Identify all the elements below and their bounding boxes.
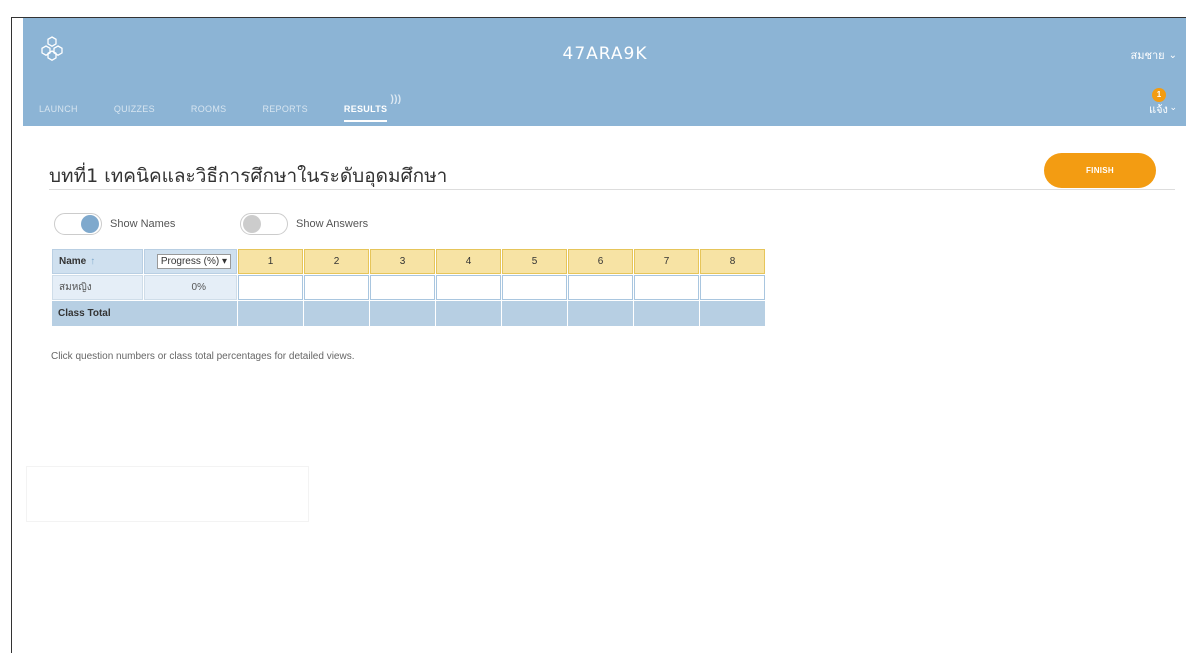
question-header-6[interactable]: 6 xyxy=(568,249,633,274)
live-signal-icon: ))) xyxy=(390,94,402,105)
class-total-row: Class Total xyxy=(52,301,765,326)
chevron-down-icon: ⌄ xyxy=(1168,49,1177,61)
class-total-cell[interactable] xyxy=(370,301,435,326)
quiz-title: บทที่1 เทคนิคและวิธีการศึกษาในระดับอุดมศ… xyxy=(49,165,448,187)
show-answers-toggle[interactable] xyxy=(240,213,288,235)
notification-label: แจ้ง xyxy=(1149,103,1168,116)
question-header-1[interactable]: 1 xyxy=(238,249,303,274)
question-header-2[interactable]: 2 xyxy=(304,249,369,274)
question-header-8[interactable]: 8 xyxy=(700,249,765,274)
class-total-cell[interactable] xyxy=(238,301,303,326)
table-row: สมหญิง 0% xyxy=(52,275,765,300)
answer-cell[interactable] xyxy=(568,275,633,300)
main-nav: LAUNCH QUIZZES ROOMS REPORTS RESULTS ))) xyxy=(39,94,423,122)
answer-cell[interactable] xyxy=(304,275,369,300)
answer-cell[interactable] xyxy=(700,275,765,300)
notifications-menu[interactable]: 1 แจ้ง ⌄ xyxy=(1149,88,1177,120)
progress-column-header: Progress (%) ▾ xyxy=(144,249,237,274)
show-names-toggle-row: Show Names xyxy=(54,213,175,235)
student-progress: 0% xyxy=(144,275,237,300)
question-header-5[interactable]: 5 xyxy=(502,249,567,274)
nav-rooms[interactable]: ROOMS xyxy=(191,104,227,122)
results-table: Name ↑ Progress (%) ▾ 1 2 3 4 5 6 7 8 สมห… xyxy=(51,248,766,327)
user-name: สมชาย xyxy=(1130,49,1165,62)
class-total-label: Class Total xyxy=(52,301,237,326)
question-header-4[interactable]: 4 xyxy=(436,249,501,274)
table-header-row: Name ↑ Progress (%) ▾ 1 2 3 4 5 6 7 8 xyxy=(52,249,765,274)
class-total-cell[interactable] xyxy=(304,301,369,326)
toggle-knob xyxy=(81,215,99,233)
class-total-cell[interactable] xyxy=(634,301,699,326)
show-answers-toggle-row: Show Answers xyxy=(240,213,368,235)
user-menu[interactable]: สมชาย ⌄ xyxy=(1131,46,1177,64)
chevron-down-icon: ⌄ xyxy=(1169,102,1177,112)
arrow-up-icon: ↑ xyxy=(90,256,96,267)
name-column-header[interactable]: Name ↑ xyxy=(52,249,143,274)
answer-cell[interactable] xyxy=(634,275,699,300)
class-total-cell[interactable] xyxy=(700,301,765,326)
nav-reports[interactable]: REPORTS xyxy=(262,104,307,122)
progress-dropdown[interactable]: Progress (%) ▾ xyxy=(156,254,231,269)
nav-results-label: RESULTS xyxy=(343,104,388,114)
question-header-7[interactable]: 7 xyxy=(634,249,699,274)
top-bar: 47ARA9K สมชาย ⌄ LAUNCH QUIZZES ROOMS REP… xyxy=(23,18,1186,126)
app-window: 47ARA9K สมชาย ⌄ LAUNCH QUIZZES ROOMS REP… xyxy=(11,17,1186,653)
class-total-cell[interactable] xyxy=(502,301,567,326)
toggle-knob xyxy=(243,215,261,233)
class-total-cell[interactable] xyxy=(436,301,501,326)
show-answers-label: Show Answers xyxy=(296,218,369,230)
table-hint: Click question numbers or class total pe… xyxy=(51,351,355,362)
student-name[interactable]: สมหญิง xyxy=(52,275,143,300)
answer-cell[interactable] xyxy=(436,275,501,300)
faded-overlay-panel xyxy=(26,466,309,522)
title-divider xyxy=(49,189,1175,190)
progress-dropdown-label: Progress (%) xyxy=(160,256,220,267)
question-header-3[interactable]: 3 xyxy=(370,249,435,274)
nav-results[interactable]: RESULTS ))) xyxy=(343,94,401,122)
answer-cell[interactable] xyxy=(502,275,567,300)
nav-quizzes[interactable]: QUIZZES xyxy=(114,104,155,122)
show-names-label: Show Names xyxy=(110,218,176,230)
answer-cell[interactable] xyxy=(238,275,303,300)
show-names-toggle[interactable] xyxy=(54,213,102,235)
room-code: 47ARA9K xyxy=(562,44,648,64)
nav-launch[interactable]: LAUNCH xyxy=(39,104,78,122)
finish-button[interactable]: FINISH xyxy=(1044,153,1156,188)
answer-cell[interactable] xyxy=(370,275,435,300)
caret-down-icon: ▾ xyxy=(221,256,227,267)
name-header-label: Name xyxy=(59,256,87,267)
class-total-cell[interactable] xyxy=(568,301,633,326)
